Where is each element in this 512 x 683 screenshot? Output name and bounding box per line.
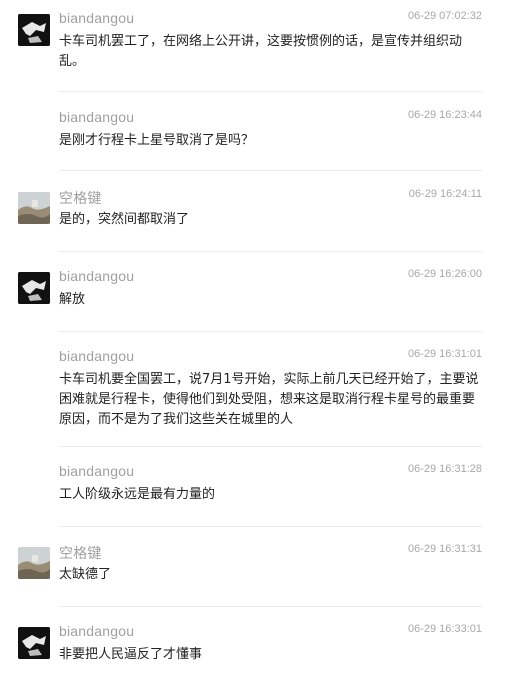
divider [59,446,482,447]
black-silhouette-avatar[interactable] [18,627,50,659]
username[interactable]: biandangou [59,109,134,125]
timestamp: 06-29 16:31:31 [407,543,482,555]
divider [59,251,482,252]
message-text: 卡车司机罢工了，在网络上公开讲，这要按惯例的话，是宣传并组织动乱。 [59,34,463,69]
message-text: 卡车司机要全国罢工，说7月1号开始，实际上前几天已经开始了，主要说困难就是行程卡… [59,372,479,427]
message-item: biandangou 06-29 16:31:28 工人阶级永远是最有力量的 [0,455,512,519]
timestamp: 06-29 16:26:00 [407,268,482,280]
message-item: biandangou 06-29 16:26:00 解放 [0,260,512,324]
username[interactable]: biandangou [59,623,134,639]
message-text: 是刚才行程卡上星号取消了是吗？ [59,133,255,148]
message-text: 工人阶级永远是最有力量的 [59,487,216,502]
black-silhouette-avatar[interactable] [18,272,50,304]
message-item: 空格键 06-29 16:24:11 是的，突然间都取消了 [0,180,512,244]
username[interactable]: biandangou [59,348,134,364]
divider [59,331,482,332]
timestamp: 06-29 16:31:28 [407,463,482,475]
divider [59,606,482,607]
timestamp: 06-29 16:33:01 [407,623,482,635]
message-text: 非要把人民逼反了才懂事 [59,647,203,662]
message-feed: biandangou 06-29 07:02:32 卡车司机罢工了，在网络上公开… [0,0,512,683]
message-item: 空格键 06-29 16:31:31 太缺德了 [0,535,512,599]
landscape-photo-avatar[interactable] [18,547,50,579]
timestamp: 06-29 16:23:44 [407,109,482,121]
timestamp: 06-29 16:24:11 [408,188,482,200]
username[interactable]: 空格键 [59,543,102,563]
message-text: 是的，突然间都取消了 [59,212,190,227]
message-item: biandangou 06-29 16:33:01 非要把人民逼反了才懂事 [0,615,512,681]
message-item: biandangou 06-29 16:23:44 是刚才行程卡上星号取消了是吗… [0,101,512,165]
message-text: 解放 [59,292,86,307]
divider [59,91,482,92]
message-item: biandangou 06-29 07:02:32 卡车司机罢工了，在网络上公开… [0,2,512,88]
divider [59,170,482,171]
username[interactable]: biandangou [59,10,134,26]
username[interactable]: biandangou [59,268,134,284]
username[interactable]: biandangou [59,463,134,479]
landscape-photo-avatar[interactable] [18,192,50,224]
timestamp: 06-29 07:02:32 [407,10,482,22]
message-text: 太缺德了 [59,567,112,582]
black-silhouette-avatar[interactable] [18,14,50,46]
divider [59,526,482,527]
message-item: biandangou 06-29 16:31:01 卡车司机要全国罢工，说7月1… [0,340,512,444]
username[interactable]: 空格键 [59,188,102,208]
timestamp: 06-29 16:31:01 [407,348,482,360]
